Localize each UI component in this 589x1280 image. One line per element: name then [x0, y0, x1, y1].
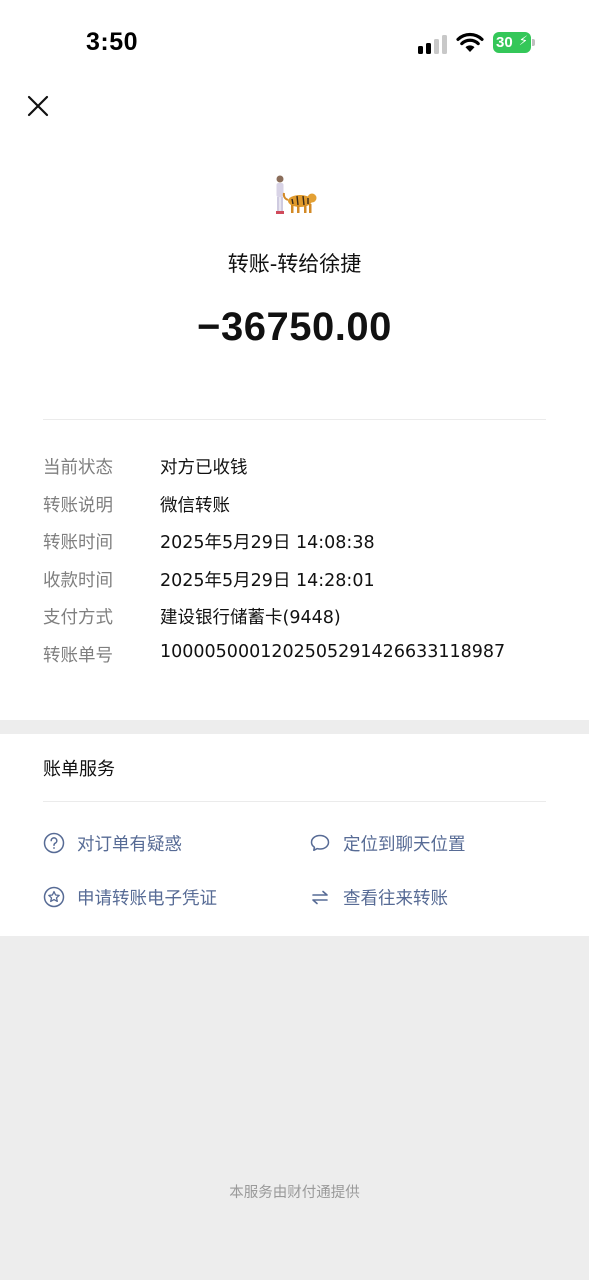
detail-value: 2025年5月29日 14:28:01 [160, 570, 375, 591]
apply-voucher-link[interactable]: 申请转账电子凭证 [43, 882, 217, 912]
divider [43, 419, 546, 420]
detail-label: 转账说明 [43, 495, 113, 516]
detail-label: 转账时间 [43, 533, 113, 554]
status-bar: 3:50 30 ⚡ [0, 0, 589, 88]
service-label: 查看往来转账 [343, 888, 448, 909]
detail-value: 对方已收钱 [160, 458, 248, 478]
order-question-link[interactable]: 对订单有疑惑 [43, 828, 182, 858]
service-label: 申请转账电子凭证 [77, 888, 217, 909]
locate-chat-link[interactable]: 定位到聊天位置 [309, 828, 466, 858]
wifi-icon [456, 32, 484, 52]
detail-value: 建设银行储蓄卡(9448) [160, 608, 341, 629]
detail-row-receive-time: 收款时间 2025年5月29日 14:28:01 [43, 567, 553, 605]
view-transfers-link[interactable]: 查看往来转账 [309, 882, 448, 912]
detail-label: 当前状态 [43, 458, 113, 478]
detail-value: 2025年5月29日 14:08:38 [160, 533, 375, 554]
recipient-avatar [276, 175, 317, 214]
bill-services-title: 账单服务 [43, 759, 115, 780]
status-time: 3:50 [86, 28, 139, 56]
transaction-title: 转账-转给徐捷 [227, 252, 362, 276]
chat-bubble-icon [310, 834, 330, 852]
detail-label: 收款时间 [43, 570, 113, 591]
transfer-detail-screen: 3:50 30 ⚡ 转账-转给徐捷 −36750.00 当前状态 对方已收钱 转… [0, 0, 589, 1280]
transaction-amount: −36750.00 [197, 305, 392, 349]
detail-label: 转账单号 [43, 645, 113, 666]
service-label: 定位到聊天位置 [343, 834, 466, 855]
detail-row-description: 转账说明 微信转账 [43, 492, 553, 530]
battery-icon: 30 ⚡ [493, 32, 535, 53]
detail-row-transfer-time: 转账时间 2025年5月29日 14:08:38 [43, 529, 553, 567]
detail-row-payment-method: 支付方式 建设银行储蓄卡(9448) [43, 604, 553, 642]
star-badge-icon [43, 886, 65, 908]
transaction-details: 当前状态 对方已收钱 转账说明 微信转账 转账时间 2025年5月29日 14:… [43, 454, 553, 680]
charging-bolt-icon: ⚡ [518, 34, 528, 49]
exchange-arrows-icon [312, 890, 328, 905]
divider [43, 801, 546, 802]
footer-provider-note: 本服务由财付通提供 [229, 1185, 360, 1201]
cellular-signal-icon [418, 34, 448, 54]
detail-value[interactable]: 1000050001202505291426633118987 [160, 642, 505, 662]
close-button[interactable] [22, 90, 54, 122]
detail-value: 微信转账 [160, 495, 230, 516]
detail-row-status: 当前状态 对方已收钱 [43, 454, 553, 492]
battery-level: 30 [496, 34, 513, 51]
question-circle-icon [43, 832, 65, 854]
service-label: 对订单有疑惑 [77, 834, 182, 855]
detail-row-transfer-id: 转账单号 1000050001202505291426633118987 [43, 642, 553, 680]
detail-label: 支付方式 [43, 608, 113, 629]
